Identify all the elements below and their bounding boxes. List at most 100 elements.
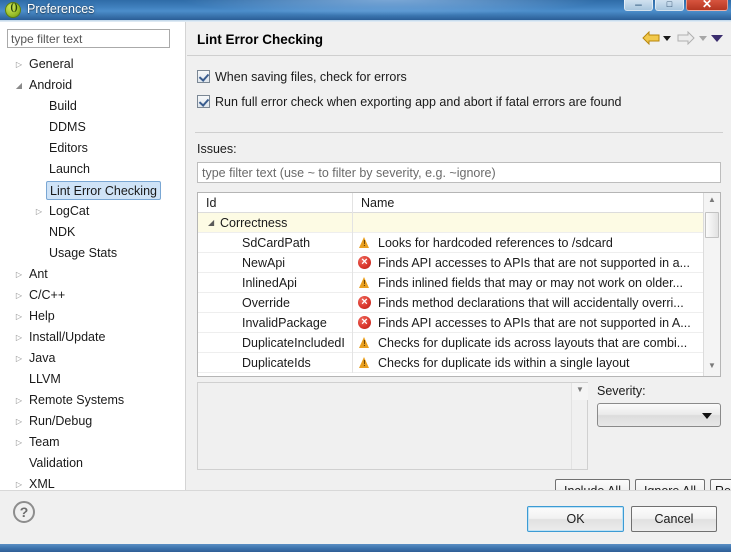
sidebar-item-c-c[interactable]: ▷ C/C++: [0, 285, 185, 306]
sidebar-item-usage-stats[interactable]: Usage Stats: [0, 243, 185, 264]
table-row[interactable]: SdCardPath Looks for hardcoded references…: [198, 233, 720, 253]
back-menu-chevron-down-icon[interactable]: [662, 33, 672, 42]
chevron-right-icon[interactable]: ▷: [14, 390, 24, 411]
issue-name: Looks for hardcoded references to /sdcar…: [378, 236, 613, 250]
cell-name: Finds method declarations that will acci…: [353, 293, 705, 313]
cancel-button[interactable]: Cancel: [631, 506, 717, 532]
checkbox-row-save-check[interactable]: When saving files, check for errors: [197, 68, 407, 86]
severity-dropdown[interactable]: [597, 403, 721, 427]
table-row[interactable]: InvalidPackage Finds API accesses to APIs…: [198, 313, 720, 333]
sidebar-item-ant[interactable]: ▷ Ant: [0, 264, 185, 285]
issue-id: SdCardPath: [242, 236, 311, 250]
desktop-strip: [0, 544, 731, 552]
cell-id: DuplicateIds: [198, 353, 353, 373]
warning-icon: [358, 336, 371, 350]
checkbox-row-export-check[interactable]: Run full error check when exporting app …: [197, 93, 621, 111]
tree-filter-input[interactable]: [7, 29, 170, 48]
chevron-right-icon[interactable]: ▷: [14, 411, 24, 432]
page-title: Lint Error Checking: [197, 32, 324, 47]
error-icon: [358, 315, 371, 330]
sidebar-item-general[interactable]: ▷ General: [0, 54, 185, 75]
issue-name: Checks for duplicate ids within a single…: [378, 356, 630, 370]
column-header-id[interactable]: Id: [198, 193, 353, 213]
scrollbar-thumb[interactable]: [705, 212, 719, 238]
chevron-right-icon[interactable]: ▷: [14, 306, 24, 327]
error-icon: [358, 255, 371, 270]
checkbox-export-check-icon[interactable]: [197, 95, 210, 108]
help-icon[interactable]: [13, 501, 35, 523]
issue-description-box: ▲ ▼: [197, 382, 588, 470]
sidebar-item-label: LogCat: [49, 204, 90, 218]
sidebar-item-ndk[interactable]: NDK: [0, 222, 185, 243]
sidebar-item-team[interactable]: ▷ Team: [0, 432, 185, 453]
description-scrollbar[interactable]: ▲ ▼: [571, 383, 588, 469]
cell-name: Finds API accesses to APIs that are not …: [353, 313, 705, 333]
sidebar-item-validation[interactable]: Validation: [0, 453, 185, 474]
forward-menu-chevron-down-icon: [698, 33, 708, 42]
sidebar-item-launch[interactable]: Launch: [0, 159, 185, 180]
sidebar-item-java[interactable]: ▷ Java: [0, 348, 185, 369]
description-scroll-down-button[interactable]: ▼: [572, 383, 588, 400]
sidebar-item-ddms[interactable]: DDMS: [0, 117, 185, 138]
chevron-down-icon[interactable]: ◢: [14, 75, 24, 96]
issue-id: InlinedApi: [242, 276, 297, 290]
preferences-tree[interactable]: ▷ General ◢ Android Build DDMS Editors Launch Li…: [0, 54, 185, 489]
cell-name: Finds inlined fields that may or may not…: [353, 273, 705, 293]
issues-label: Issues:: [197, 142, 237, 156]
chevron-right-icon[interactable]: ▷: [34, 201, 44, 222]
sidebar-item-label: XML: [29, 477, 55, 489]
sidebar-item-install-update[interactable]: ▷ Install/Update: [0, 327, 185, 348]
sidebar-item-help[interactable]: ▷ Help: [0, 306, 185, 327]
sidebar-item-label: Validation: [29, 456, 83, 470]
table-row[interactable]: NewApi Finds API accesses to APIs that ar…: [198, 253, 720, 273]
chevron-right-icon[interactable]: ▷: [14, 474, 24, 489]
ok-label: OK: [566, 512, 585, 526]
back-arrow-icon[interactable]: [641, 30, 660, 46]
scroll-up-button[interactable]: ▲: [704, 193, 720, 210]
minimize-button[interactable]: –: [624, 0, 653, 11]
sidebar-item-label: Editors: [49, 141, 88, 155]
sidebar-item-label: Lint Error Checking: [46, 181, 161, 200]
table-row[interactable]: DuplicateIncludedI Checks for duplicate i…: [198, 333, 720, 353]
chevron-right-icon[interactable]: ▷: [14, 348, 24, 369]
sidebar-item-llvm[interactable]: LLVM: [0, 369, 185, 390]
issue-id: Correctness: [220, 216, 288, 230]
sidebar-item-editors[interactable]: Editors: [0, 138, 185, 159]
chevron-right-icon[interactable]: ▷: [14, 432, 24, 453]
sidebar-item-build[interactable]: Build: [0, 96, 185, 117]
sidebar-item-logcat[interactable]: ▷ LogCat: [0, 201, 185, 222]
close-button[interactable]: ✕: [686, 0, 728, 11]
sidebar-item-lint-error-checking[interactable]: Lint Error Checking: [0, 180, 185, 201]
preferences-icon: [5, 1, 22, 18]
view-menu-chevron-down-icon[interactable]: [711, 32, 723, 44]
table-row[interactable]: InlinedApi Finds inlined fields that may …: [198, 273, 720, 293]
sidebar-item-label: Run/Debug: [29, 414, 93, 428]
chevron-right-icon[interactable]: ▷: [14, 327, 24, 348]
sidebar-item-xml[interactable]: ▷ XML: [0, 474, 185, 489]
chevron-down-icon[interactable]: ◢: [208, 213, 214, 233]
issues-table[interactable]: Id Name ◢ Correctness SdCardPath Looks for …: [197, 192, 721, 377]
sidebar-item-android[interactable]: ◢ Android: [0, 75, 185, 96]
table-group-row[interactable]: ◢ Correctness: [198, 213, 720, 233]
maximize-button[interactable]: □: [655, 0, 684, 11]
scroll-down-button[interactable]: ▼: [704, 359, 720, 376]
cell-id: NewApi: [198, 253, 353, 273]
chevron-right-icon[interactable]: ▷: [14, 264, 24, 285]
chevron-right-icon[interactable]: ▷: [14, 54, 24, 75]
scroll-down-icon: ▼: [708, 361, 716, 370]
sidebar-item-label: Java: [29, 351, 56, 365]
cell-id: DuplicateIncludedI: [198, 333, 353, 353]
issues-table-scrollbar[interactable]: ▲ ▼: [703, 193, 720, 376]
sidebar-item-run-debug[interactable]: ▷ Run/Debug: [0, 411, 185, 432]
checkbox-save-check-icon[interactable]: [197, 70, 210, 83]
table-row[interactable]: DuplicateIds Checks for duplicate ids wit…: [198, 353, 720, 373]
sidebar-item-remote-systems[interactable]: ▷ Remote Systems: [0, 390, 185, 411]
ok-button[interactable]: OK: [527, 506, 624, 532]
table-row[interactable]: Override Finds method declarations that w…: [198, 293, 720, 313]
column-header-name[interactable]: Name: [353, 193, 705, 213]
chevron-right-icon[interactable]: ▷: [14, 285, 24, 306]
issues-filter-input[interactable]: [197, 162, 721, 183]
titlebar-glow: [180, 0, 600, 16]
sidebar-item-label: Usage Stats: [49, 246, 118, 260]
checkbox-export-check-label: Run full error check when exporting app …: [215, 95, 622, 109]
